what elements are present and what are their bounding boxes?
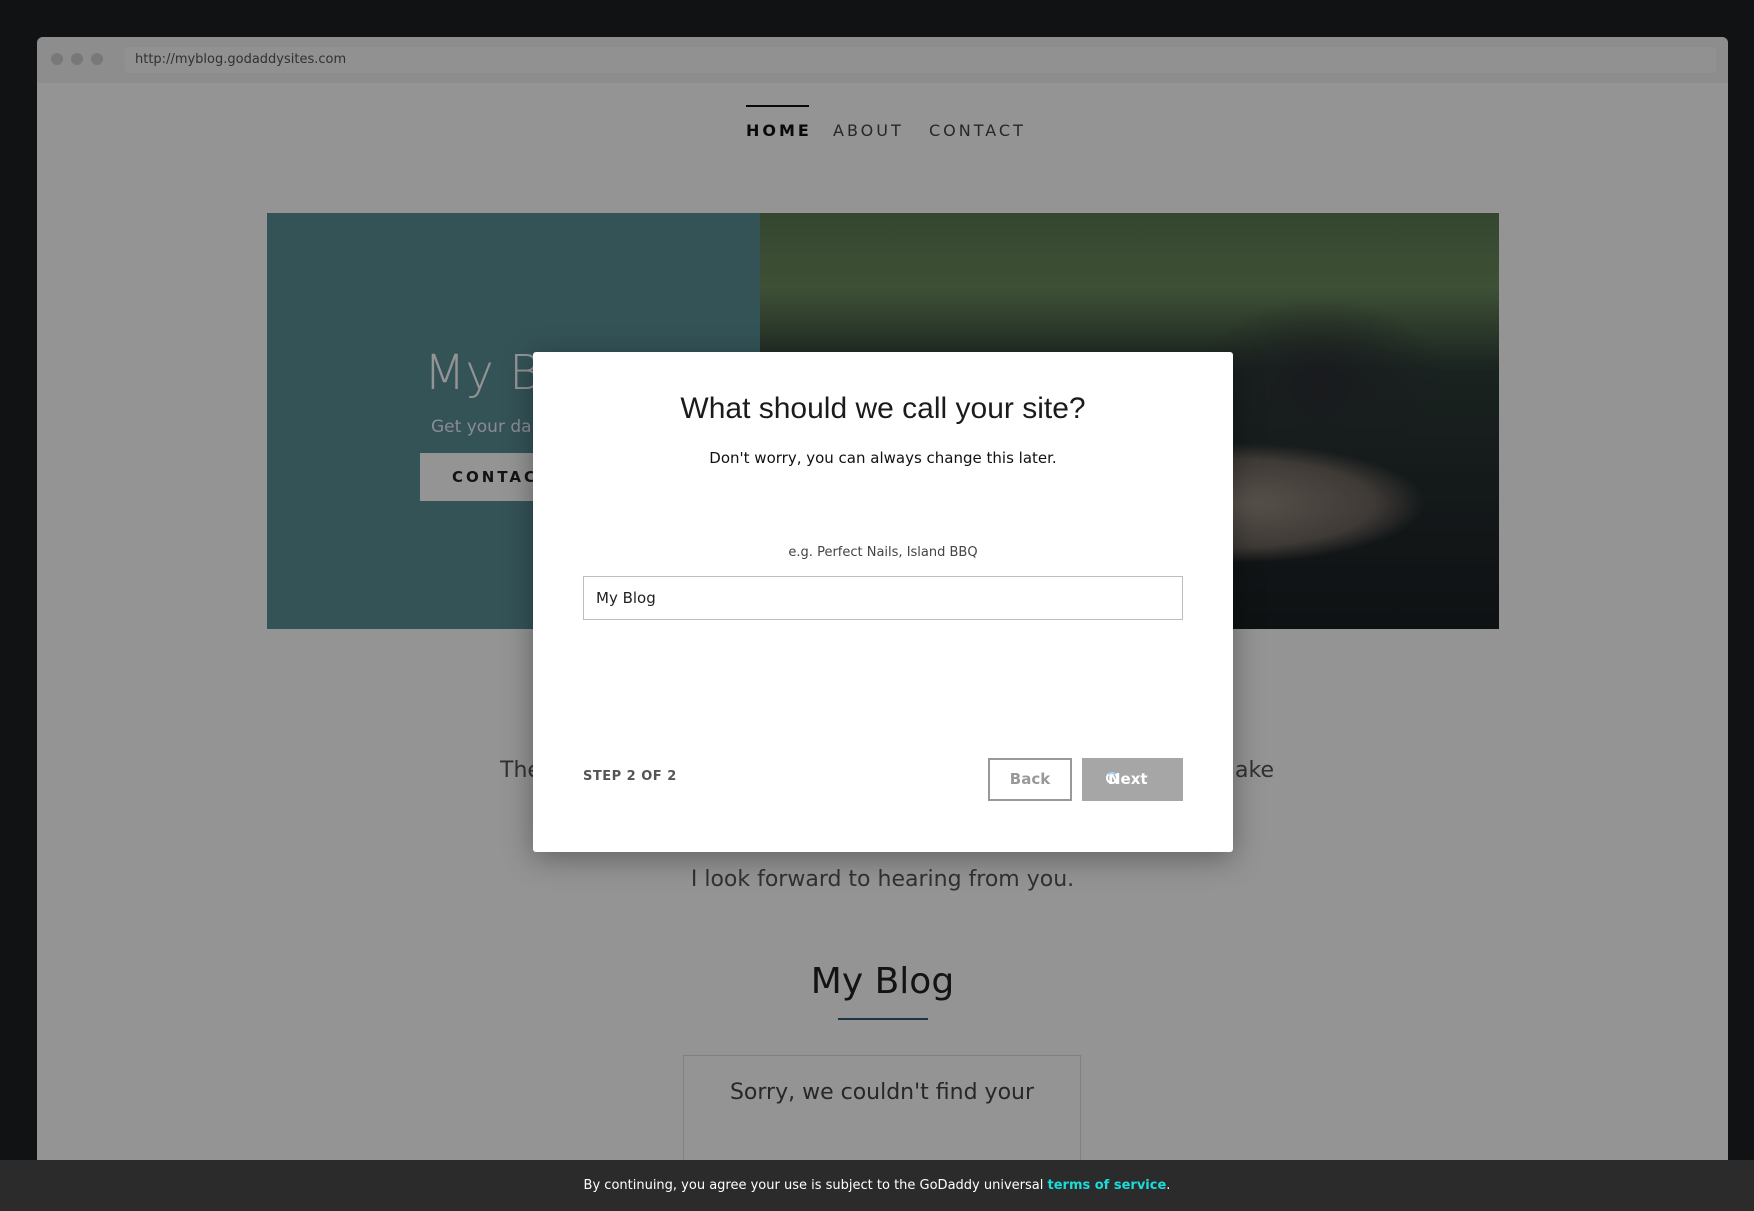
dialog-subtitle: Don't worry, you can always change this …	[709, 449, 1057, 467]
step-indicator: STEP 2 OF 2	[583, 769, 677, 784]
site-name-dialog: What should we call your site? Don't wor…	[533, 352, 1233, 852]
terms-of-service-link[interactable]: terms of service	[1048, 1178, 1167, 1193]
dialog-title: What should we call your site?	[680, 392, 1086, 425]
site-name-input[interactable]	[583, 576, 1183, 620]
terms-text: By continuing, you agree your use is sub…	[583, 1178, 1044, 1193]
terms-footer: By continuing, you agree your use is sub…	[0, 1160, 1754, 1211]
loading-spinner-icon	[1106, 772, 1118, 784]
terms-suffix: .	[1166, 1178, 1171, 1193]
back-button[interactable]: Back	[988, 758, 1072, 801]
site-name-hint: e.g. Perfect Nails, Island BBQ	[788, 545, 978, 560]
next-button[interactable]: Next	[1082, 758, 1183, 801]
